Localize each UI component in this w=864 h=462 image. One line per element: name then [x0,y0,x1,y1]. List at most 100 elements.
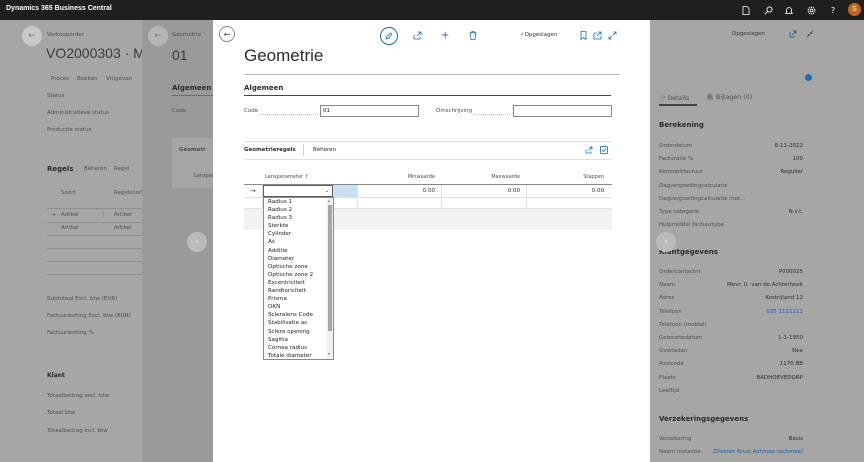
action-regel[interactable]: Regel [114,166,129,172]
code-field[interactable]: 01 [320,105,419,117]
section-heading: Berekening [659,121,704,129]
option-item[interactable]: Prisma [264,295,329,303]
back-icon[interactable]: ← [219,26,235,42]
search-icon[interactable] [763,5,773,15]
open-page-icon[interactable] [600,146,608,154]
field-label: Facturatie % [659,156,694,163]
back-icon[interactable]: ← [148,26,168,46]
option-item[interactable]: Diameter [264,255,329,263]
description-label: Omschrijving [436,108,473,114]
action-boeken[interactable]: Boeken [77,76,97,82]
lines-heading[interactable]: Geometrieregels [244,147,296,153]
delete-icon[interactable] [469,31,477,40]
avatar[interactable]: S [848,3,861,16]
field-label: Adres [659,295,675,302]
field-label: Kenmerkfactuur [659,169,704,176]
table-cell[interactable]: Artikel [61,212,79,218]
share-icon[interactable] [413,31,422,40]
option-item[interactable]: Sclera opening [264,328,329,336]
info-icon[interactable] [805,74,812,81]
option-item[interactable]: Radius 2 [264,206,329,214]
share-icon[interactable] [585,146,593,154]
field-label: Code [172,108,187,114]
field-value: 8-11-2022 [774,143,803,149]
field-value: 100 [792,156,804,163]
column-header-min[interactable]: Minwaarde [395,174,435,180]
parameter-options-list[interactable]: Radius 1 Radius 2 Radius 3 Sterkte Cylinder A… [263,197,334,360]
option-item[interactable]: Radius 3 [264,214,329,222]
action-vrijgeven[interactable]: Vrijgeven [106,76,132,82]
action-beheren[interactable]: Beheren [84,166,107,172]
option-item[interactable]: Sagitta [264,336,329,344]
document-icon[interactable] [741,5,751,15]
field-value: Kostrijland 12 [765,295,803,302]
client-row: Telefoon 035 1111111 [659,309,803,322]
parameter-select[interactable]: ⌄ [263,185,333,197]
app-title[interactable]: Dynamics 365 Business Central [6,5,112,12]
description-field[interactable] [513,105,612,117]
edit-icon[interactable] [380,27,398,45]
scroll-down-icon[interactable]: ▾ [328,351,330,356]
client-row: Overleden Nee [659,348,803,361]
total-label: Factuurkorting Excl. btw (EUR) [47,313,131,319]
collapse-icon[interactable] [806,30,814,38]
min-value[interactable]: 0.00 [395,188,435,194]
option-item[interactable]: Scleralens Code [264,311,329,319]
manage-action[interactable]: Beheren [313,147,336,153]
section-heading[interactable]: Algemeen [244,84,283,92]
option-item[interactable]: Stabilisatie as [264,319,329,327]
saved-status: ✓Opgeslagen [520,32,558,38]
field-value: Regulier [780,169,803,176]
action-proces[interactable]: Proces [51,76,69,82]
option-item[interactable]: Radius 1 [264,198,329,206]
column-header-max[interactable]: Maxwaarde [480,174,520,180]
bookmark-icon[interactable] [580,31,587,40]
scrollbar-thumb[interactable] [328,205,332,331]
row-menu[interactable]: ⋮ [101,212,107,218]
tab-details[interactable]: ⓘ Details [659,93,689,102]
field-value[interactable]: Zilveren Kruis Achmea (achmea) [713,449,803,455]
next-icon[interactable]: › [656,232,676,252]
table-cell[interactable]: Artikel [114,212,132,218]
option-item[interactable]: Cylinder [264,230,329,238]
help-icon[interactable]: ? [828,5,838,15]
client-row: Naam Mevr. U. van de Achterhoek [659,282,803,295]
scrollbar[interactable]: ▴ ▾ [327,198,333,359]
add-icon[interactable]: + [441,30,449,41]
steps-value[interactable]: 0.00 [564,188,604,194]
tab-attachments[interactable]: 🖇 Bijlagen (0) [706,93,752,101]
column-header-steps[interactable]: Stappen [564,174,604,180]
option-item[interactable]: Optische zone 2 [264,271,329,279]
lines-heading: Regels [47,165,74,173]
option-item[interactable]: Randtoriciteit [264,287,329,295]
customer-heading: Klant [47,372,65,379]
open-new-window-icon[interactable] [593,31,602,40]
option-item[interactable]: Sterkte [264,222,329,230]
share-icon[interactable] [789,30,797,38]
gear-icon[interactable] [806,5,816,15]
column-header-param[interactable]: Lensparameter ↑ [265,174,309,180]
option-item[interactable]: Totale diameter [264,352,329,359]
field-value[interactable]: 035 1111111 [766,309,803,315]
table-cell[interactable]: Artikel [114,225,132,231]
field-value: 1-1-1950 [778,335,803,341]
option-item[interactable]: OKN [264,303,329,311]
section-heading: Algemeen [172,84,212,92]
expand-icon[interactable] [608,31,617,40]
back-icon[interactable]: ← [22,26,42,46]
option-item[interactable]: Additie [264,247,329,255]
bell-icon[interactable] [784,5,794,15]
factbox-pane: Opgeslagen ⓘ Details 🖇 Bijlagen (0) Bere… [650,20,864,462]
previous-icon[interactable]: ‹ [187,232,207,252]
max-value[interactable]: 0.00 [480,188,520,194]
table-cell[interactable]: Artikel [61,225,79,231]
calc-row: Orderdatum 8-11-2022 [659,143,803,156]
option-item[interactable]: Cornea radius [264,344,329,352]
option-item[interactable]: As [264,238,329,246]
option-item[interactable]: Optische zone [264,263,329,271]
field-label: Overleden [659,348,688,355]
field-value: Mevr. U. van de Achterhoek [727,282,803,289]
scroll-up-icon[interactable]: ▴ [328,198,330,203]
option-item[interactable]: Excentriciteit [264,279,329,287]
calc-row: Type categorie N.v.t. [659,209,803,222]
